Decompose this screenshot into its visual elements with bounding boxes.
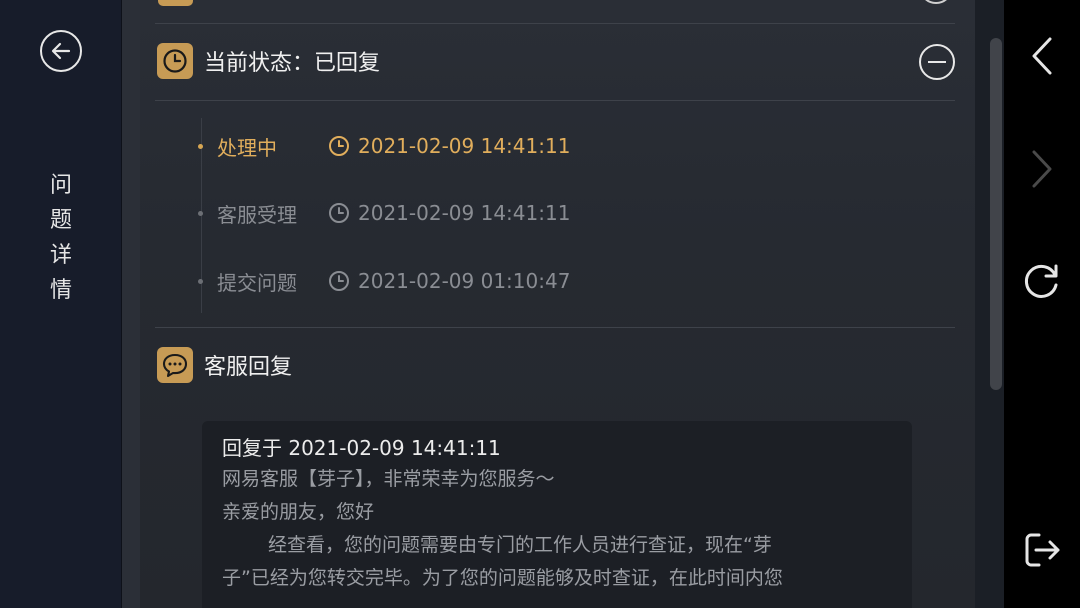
previous-section-toggle[interactable] (919, 0, 953, 4)
chat-bubble-icon (157, 347, 193, 383)
reply-timestamp: 回复于 2021-02-09 14:41:11 (222, 436, 501, 460)
previous-section-icon (158, 0, 193, 6)
reply-text-line: 网易客服【芽子】，非常荣幸为您服务～ (222, 468, 555, 490)
timeline-dot (198, 210, 203, 216)
timeline-time: 2021-02-09 14:41:11 (358, 134, 571, 158)
status-section-header: 当前状态：已回复 (157, 43, 380, 79)
timeline-label: 客服受理 (217, 202, 297, 227)
refresh-icon (1024, 264, 1058, 298)
scrollbar-thumb[interactable] (990, 38, 1002, 390)
clock-icon (328, 270, 350, 292)
chevron-right-icon (1032, 150, 1052, 188)
minus-circle-icon (928, 61, 946, 63)
reply-card: 回复于 2021-02-09 14:41:11 网易客服【芽子】，非常荣幸为您服… (202, 421, 912, 608)
timeline-item-submitted: 提交问题 2021-02-09 01:10:47 (198, 266, 570, 296)
clock-icon (328, 202, 350, 224)
timeline-label: 处理中 (217, 135, 277, 160)
divider (155, 327, 955, 328)
divider (155, 23, 955, 24)
back-button[interactable] (40, 30, 82, 72)
clock-icon (157, 43, 193, 79)
reply-text-line: 亲爱的朋友，您好 (222, 501, 375, 523)
right-nav-bar (1004, 0, 1080, 608)
nav-forward-button[interactable] (1020, 147, 1064, 191)
app-root: 问题详情 当前状态：已回复 处理中 2021-02-09 14:41:11 客服… (0, 0, 1080, 608)
detail-panel: 当前状态：已回复 处理中 2021-02-09 14:41:11 客服受理 20… (140, 0, 975, 608)
clock-icon (328, 135, 350, 157)
timeline-label: 提交问题 (217, 270, 297, 295)
reply-text-line: 经查看，您的问题需要由专门的工作人员进行查证，现在“芽 (268, 534, 772, 556)
refresh-button[interactable] (1020, 259, 1064, 303)
back-arrow-icon (51, 42, 71, 60)
exit-icon (1025, 533, 1060, 567)
timeline-time: 2021-02-09 01:10:47 (358, 269, 571, 293)
reply-title: 客服回复 (204, 355, 293, 380)
collapse-button[interactable] (919, 44, 955, 80)
timeline-dot (198, 278, 203, 284)
chevron-left-icon (1032, 37, 1052, 75)
timeline-dot (198, 143, 203, 149)
sidebar-gap (122, 0, 140, 608)
sidebar: 问题详情 (0, 0, 122, 608)
exit-button[interactable] (1020, 528, 1064, 572)
timeline-item-processing: 处理中 2021-02-09 14:41:11 (198, 131, 570, 161)
timeline-time: 2021-02-09 14:41:11 (358, 201, 571, 225)
page-title: 问题详情 (49, 173, 72, 303)
timeline-item-accepted: 客服受理 2021-02-09 14:41:11 (198, 198, 570, 228)
reply-text-line: 子”已经为您转交完毕。为了您的问题能够及时查证，在此时间内您 (222, 567, 783, 589)
reply-section-header: 客服回复 (157, 347, 292, 383)
status-title: 当前状态：已回复 (204, 51, 381, 76)
divider (155, 100, 955, 101)
nav-back-button[interactable] (1020, 34, 1064, 78)
